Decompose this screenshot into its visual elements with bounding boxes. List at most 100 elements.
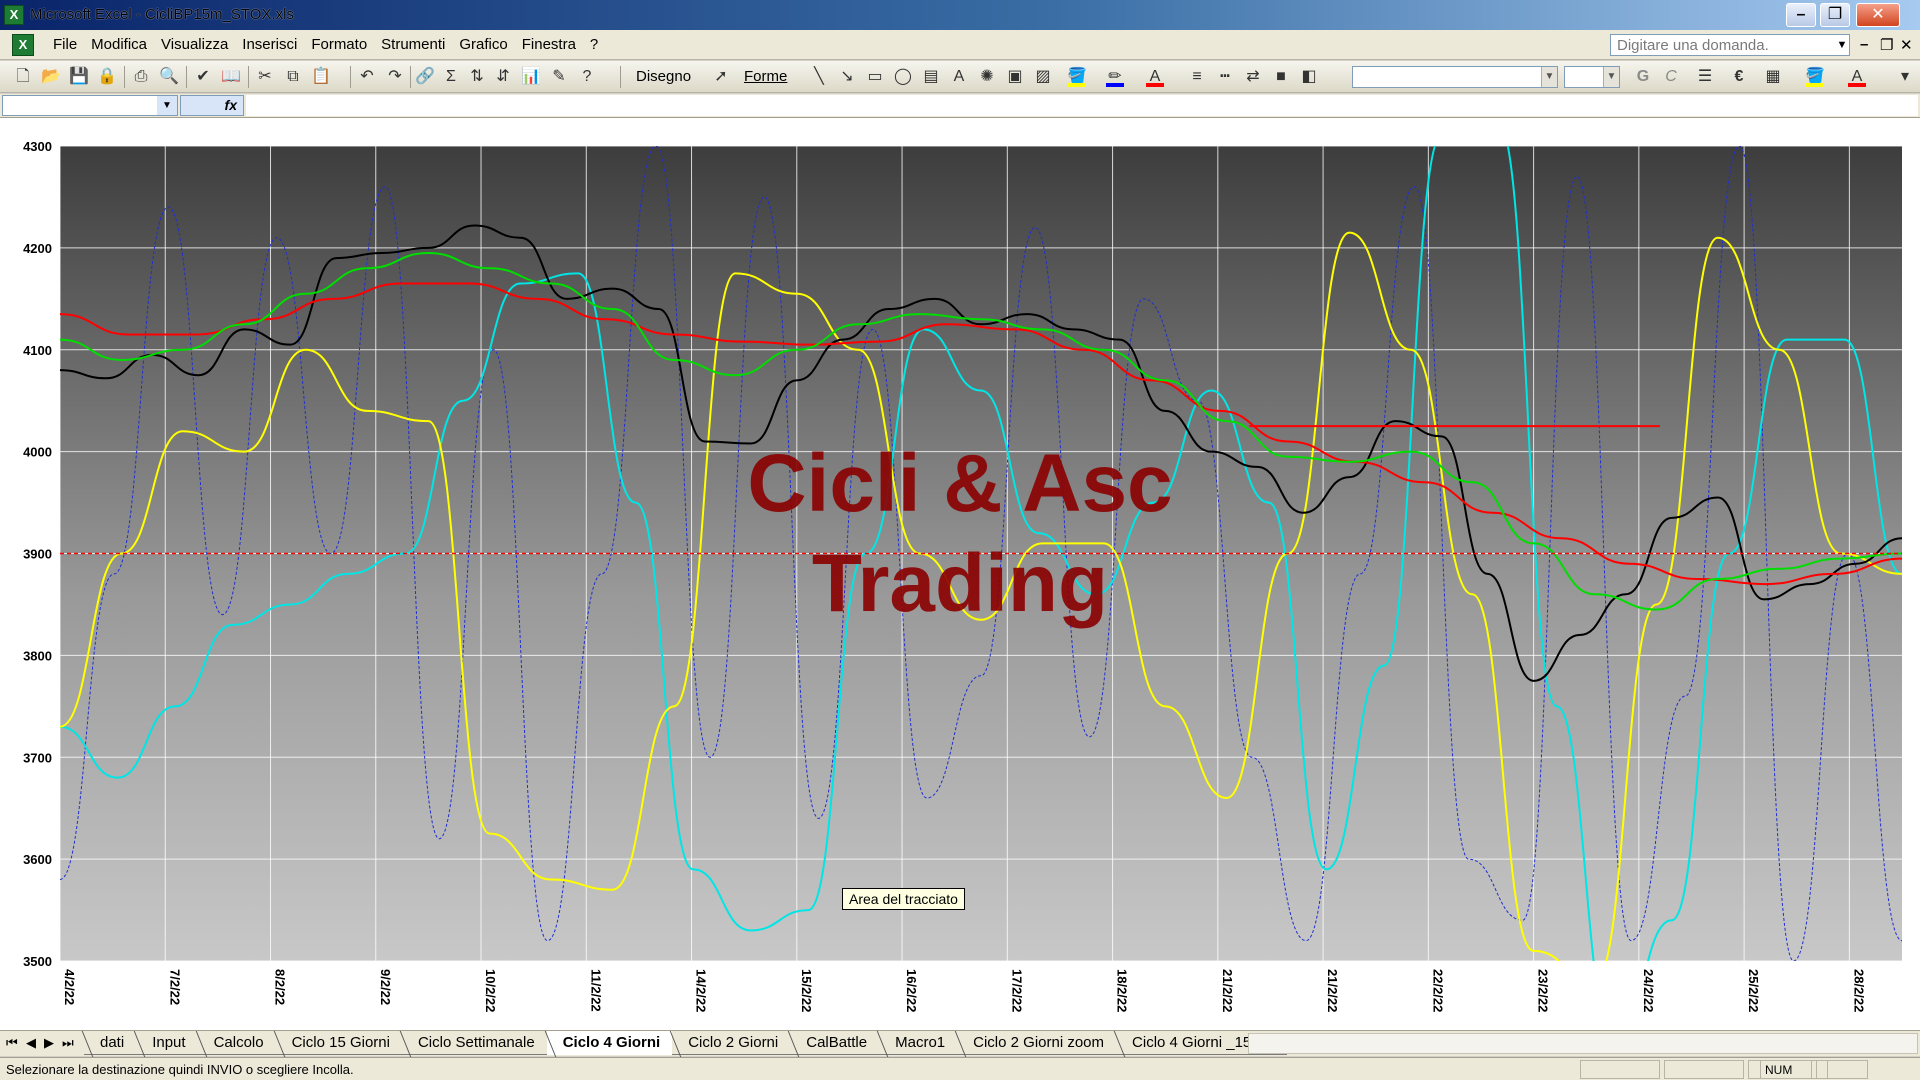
x-tick-label: 22/2/22 <box>1430 969 1445 1012</box>
menu-grafico[interactable]: Grafico <box>452 36 514 53</box>
menu-formato[interactable]: Formato <box>304 36 374 53</box>
sort-icon[interactable]: ⇅ <box>466 66 488 88</box>
maximize-button[interactable]: ❐ <box>1820 3 1850 27</box>
first-sheet-icon[interactable]: ⏮ <box>6 1035 18 1051</box>
wordart-icon[interactable]: A <box>948 66 970 88</box>
draw-menu[interactable]: Disegno <box>636 68 691 85</box>
menu-inserisci[interactable]: Inserisci <box>235 36 304 53</box>
3d-icon[interactable]: ◧ <box>1298 66 1320 88</box>
research-icon[interactable]: 📖 <box>220 66 242 88</box>
menu-finestra[interactable]: Finestra <box>515 36 583 53</box>
clipart-icon[interactable]: ▣ <box>1004 66 1026 88</box>
paste-icon[interactable]: 📋 <box>310 66 332 88</box>
menu-help[interactable]: ? <box>583 36 605 53</box>
sheet-tab[interactable]: Ciclo 15 Giorni <box>275 1031 402 1055</box>
sheet-tab[interactable]: Ciclo 4 Giorni <box>546 1031 673 1055</box>
x-tick-label: 23/2/22 <box>1536 969 1551 1012</box>
new-icon[interactable]: 🗋 <box>12 66 34 88</box>
y-tick-label: 3900 <box>23 547 52 562</box>
oval-icon[interactable]: ◯ <box>892 66 914 88</box>
hyperlink-icon[interactable]: 🔗 <box>414 66 436 88</box>
euro-button[interactable]: € <box>1728 66 1750 88</box>
watermark-text: Trading <box>812 538 1108 629</box>
textbox-icon[interactable]: ▤ <box>920 66 942 88</box>
sheet-tab[interactable]: Macro1 <box>879 1031 958 1055</box>
sheet-tab[interactable]: Input <box>136 1031 198 1055</box>
drawing-icon[interactable]: ✎ <box>548 66 570 88</box>
next-sheet-icon[interactable]: ▶ <box>44 1035 54 1051</box>
select-pointer-icon[interactable]: ➚ <box>710 66 732 88</box>
dash-style-icon[interactable]: ┅ <box>1214 66 1236 88</box>
arrow-icon[interactable]: ↘ <box>836 66 858 88</box>
sort-desc-icon[interactable]: ⇵ <box>492 66 514 88</box>
sheet-tab[interactable]: Ciclo 2 Giorni <box>672 1031 791 1055</box>
copy-icon[interactable]: ⧉ <box>282 66 304 88</box>
y-tick-label: 3500 <box>23 954 52 969</box>
menu-strumenti[interactable]: Strumenti <box>374 36 452 53</box>
horizontal-scrollbar[interactable] <box>1248 1033 1918 1054</box>
chart-wizard-icon[interactable]: 📊 <box>520 66 542 88</box>
ask-dropdown-icon[interactable]: ▼ <box>1833 34 1851 56</box>
num-lock-indicator: NUM <box>1760 1060 1812 1079</box>
bold-button[interactable]: G <box>1632 66 1654 88</box>
borders-icon[interactable]: ▦ <box>1762 66 1784 88</box>
shadow-icon[interactable]: ■ <box>1270 66 1292 88</box>
doc-restore-icon[interactable]: ❐ <box>1880 36 1893 54</box>
minimize-button[interactable]: – <box>1786 3 1816 27</box>
open-icon[interactable]: 📂 <box>40 66 62 88</box>
formula-input[interactable] <box>246 95 1918 116</box>
line-icon[interactable]: ╲ <box>808 66 830 88</box>
status-cell-4 <box>1816 1060 1868 1079</box>
print-icon[interactable]: ⎙ <box>130 66 152 88</box>
workbook-icon[interactable]: X <box>12 34 34 56</box>
diagram-icon[interactable]: ✺ <box>976 66 998 88</box>
menu-visualizza[interactable]: Visualizza <box>154 36 235 53</box>
help-icon[interactable]: ? <box>576 66 598 88</box>
undo-icon[interactable]: ↶ <box>356 66 378 88</box>
menu-modifica[interactable]: Modifica <box>84 36 154 53</box>
menu-file[interactable]: File <box>46 36 84 53</box>
font-name-combo[interactable]: ▼ <box>1352 66 1558 88</box>
save-icon[interactable]: 💾 <box>68 66 90 88</box>
arrow-style-icon[interactable]: ⇄ <box>1242 66 1264 88</box>
permission-icon[interactable]: 🔒 <box>96 66 118 88</box>
align-icon[interactable]: ☰ <box>1694 66 1716 88</box>
font-size-combo[interactable]: ▼ <box>1564 66 1620 88</box>
picture-icon[interactable]: ▨ <box>1032 66 1054 88</box>
x-tick-label: 16/2/22 <box>904 969 919 1012</box>
sum-icon[interactable]: Σ <box>440 66 462 88</box>
last-sheet-icon[interactable]: ⏭ <box>62 1035 74 1051</box>
chart-area[interactable]: 3500 3600 3700 3800 3900 4000 4100 4200 4300 4/2/… <box>0 118 1920 1030</box>
sheet-tab[interactable]: Ciclo Settimanale <box>401 1031 547 1055</box>
italic-button[interactable]: C <box>1660 66 1682 88</box>
sheet-tab[interactable]: CalBattle <box>790 1031 880 1055</box>
fill-color-icon[interactable]: 🪣 <box>1066 66 1088 88</box>
x-tick-label: 8/2/22 <box>273 969 288 1005</box>
sheet-tab[interactable]: Ciclo 2 Giorni zoom <box>957 1031 1117 1055</box>
cut-icon[interactable]: ✂ <box>254 66 276 88</box>
font-color-icon[interactable]: A <box>1144 66 1166 88</box>
prev-sheet-icon[interactable]: ◀ <box>26 1035 36 1051</box>
font-color2-icon[interactable]: A <box>1846 66 1868 88</box>
fill-color2-icon[interactable]: 🪣 <box>1804 66 1826 88</box>
doc-minimize-icon[interactable]: – <box>1860 36 1868 53</box>
excel-app-icon[interactable]: X <box>4 5 24 25</box>
line-style-icon[interactable]: ≡ <box>1186 66 1208 88</box>
doc-close-icon[interactable]: ✕ <box>1900 36 1913 54</box>
redo-icon[interactable]: ↷ <box>384 66 406 88</box>
spelling-icon[interactable]: ✔ <box>192 66 214 88</box>
close-button[interactable]: ✕ <box>1856 3 1900 27</box>
sheet-tab[interactable]: dati <box>84 1031 137 1055</box>
print-preview-icon[interactable]: 🔍 <box>158 66 180 88</box>
name-box[interactable]: ▼ <box>2 95 178 116</box>
rectangle-icon[interactable]: ▭ <box>864 66 886 88</box>
name-box-dropdown-icon[interactable]: ▼ <box>157 96 177 115</box>
toolbar-options-icon[interactable]: ▾ <box>1894 66 1916 88</box>
status-message: Selezionare la destinazione quindi INVIO… <box>6 1062 354 1077</box>
x-tick-label: 15/2/22 <box>799 969 814 1012</box>
insert-function-button[interactable]: fx <box>180 95 244 116</box>
sheet-tab[interactable]: Calcolo <box>197 1031 276 1055</box>
line-color-icon[interactable]: ✏ <box>1104 66 1126 88</box>
shapes-menu[interactable]: Forme <box>744 68 787 85</box>
ask-question-input[interactable]: Digitare una domanda. <box>1610 34 1850 56</box>
